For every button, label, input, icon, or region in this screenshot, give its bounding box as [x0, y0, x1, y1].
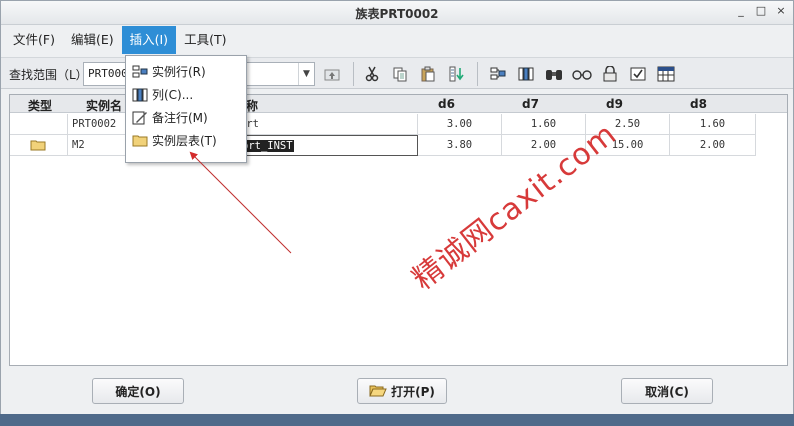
family-table-window: 族表PRT0002 _ □ × 文件(F) 编辑(E) 插入(I) 工具(T) …: [0, 0, 794, 426]
taskbar-strip: [0, 414, 794, 426]
annotation-arrow: [189, 151, 292, 254]
